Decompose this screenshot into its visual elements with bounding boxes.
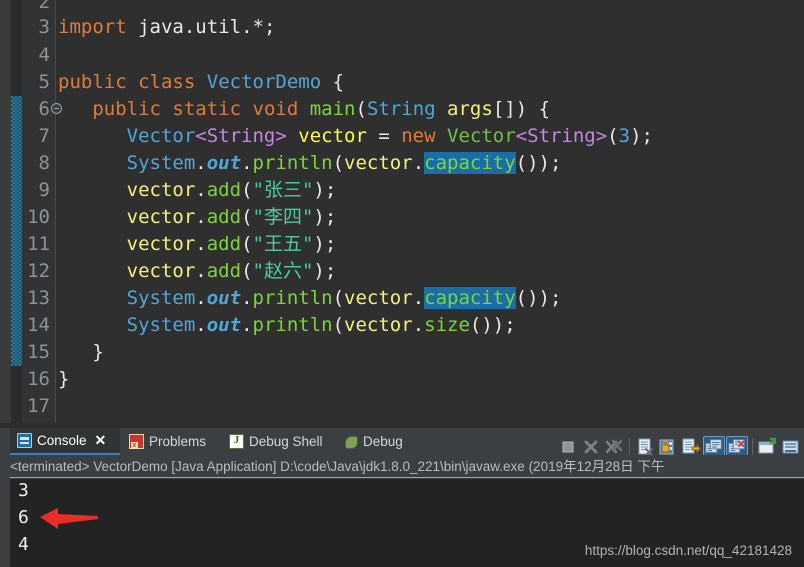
- code-line-16: }: [58, 368, 70, 390]
- tab-debug-shell[interactable]: Debug Shell: [222, 428, 330, 455]
- code-line-9: vector.add("张三");: [126, 179, 337, 201]
- toolbar-separator: [752, 437, 753, 456]
- highlighted-token: capacity: [424, 152, 516, 174]
- debug-icon: [345, 435, 358, 449]
- code-line-10: vector.add("李四");: [126, 206, 337, 228]
- code-line-5: public class VectorDemo {: [58, 71, 345, 93]
- tab-label: Console: [37, 433, 87, 448]
- problems-icon: [129, 434, 144, 449]
- code-line-15: }: [58, 341, 104, 363]
- debug-shell-icon: [229, 434, 244, 449]
- console-output[interactable]: 3 6 4 https://blog.csdn.net/qq_42181428: [10, 479, 804, 567]
- close-icon[interactable]: ✕: [95, 432, 107, 449]
- watermark-url: https://blog.csdn.net/qq_42181428: [584, 543, 792, 558]
- status-underline: [10, 477, 804, 478]
- line-number: 6: [38, 98, 50, 120]
- console-icon: [17, 433, 32, 448]
- toolbar-separator: [629, 437, 630, 456]
- code-text-area[interactable]: 2 3 4 5 6 7 8 9 10 11 12 13 14 15 16 17 …: [0, 0, 804, 423]
- line-number: 16: [27, 368, 50, 390]
- highlighted-token: capacity: [424, 287, 516, 309]
- tab-debug[interactable]: Debug: [338, 428, 410, 455]
- code-line-14: System.out.println(vector.size());: [126, 314, 516, 336]
- code-line-12: vector.add("赵六");: [126, 260, 337, 282]
- code-editor[interactable]: 2 3 4 5 6 7 8 9 10 11 12 13 14 15 16 17 …: [0, 0, 804, 423]
- console-tab-bar: Console ✕ Problems Debug Shell Debug: [0, 428, 804, 458]
- code-line-13: System.out.println(vector.capacity());: [126, 287, 562, 309]
- line-number: 4: [38, 44, 50, 66]
- tab-label: Debug Shell: [249, 434, 323, 449]
- code-line-7: Vector<String> vector = new Vector<Strin…: [126, 125, 653, 147]
- output-line: 3: [18, 480, 29, 501]
- output-line: 4: [18, 534, 29, 555]
- line-number: 17: [27, 395, 50, 417]
- line-number: 14: [27, 314, 50, 336]
- line-number: 10: [27, 206, 50, 228]
- code-line-11: vector.add("王五");: [126, 233, 337, 255]
- console-status-line: <terminated> VectorDemo [Java Applicatio…: [0, 455, 804, 478]
- code-line-6: public static void main(String args[]) {: [92, 98, 551, 120]
- line-number: 3: [38, 16, 50, 38]
- line-number: 9: [38, 179, 50, 201]
- code-line-8: System.out.println(vector.capacity());: [126, 152, 562, 174]
- line-number: 15: [27, 341, 50, 363]
- tab-console[interactable]: Console ✕: [10, 428, 120, 455]
- output-line: 6: [18, 507, 29, 528]
- line-number: 5: [38, 71, 50, 93]
- line-number: 8: [38, 152, 50, 174]
- line-number: 13: [27, 287, 50, 309]
- tab-label: Debug: [363, 434, 403, 449]
- console-panel: Console ✕ Problems Debug Shell Debug: [0, 423, 804, 567]
- code-line-3: import java.util.*;: [58, 16, 276, 38]
- line-number: 12: [27, 260, 50, 282]
- tab-problems[interactable]: Problems: [122, 428, 213, 455]
- line-number: 11: [27, 233, 50, 255]
- tab-label: Problems: [149, 434, 207, 449]
- line-number: 7: [38, 125, 50, 147]
